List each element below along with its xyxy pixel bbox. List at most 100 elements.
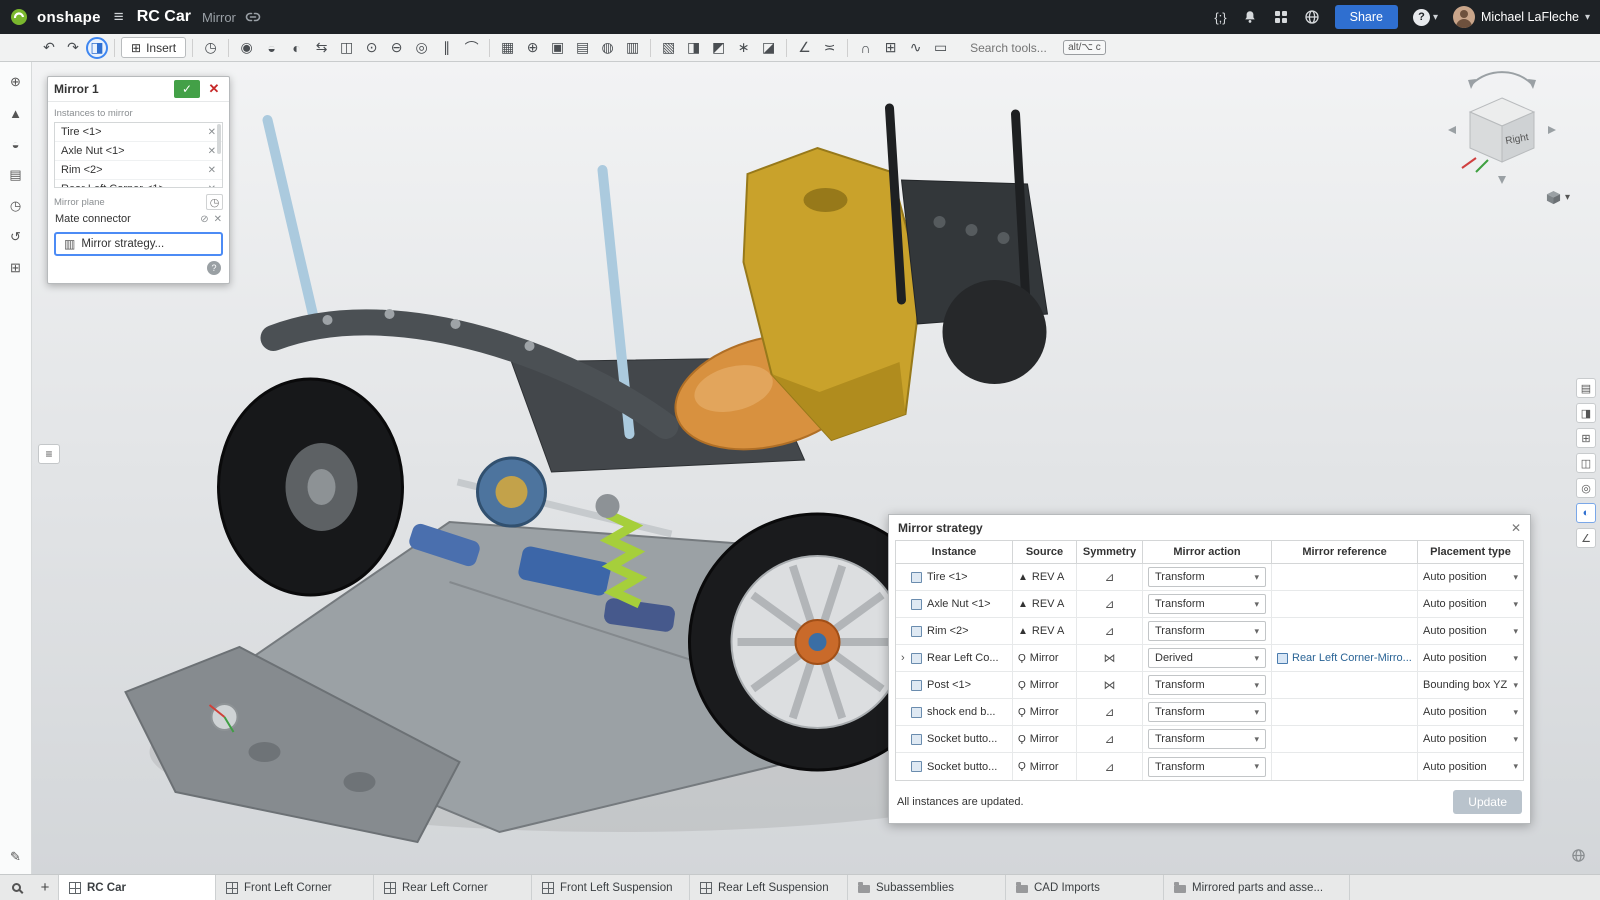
undo-history-icon[interactable]: ↺: [6, 227, 26, 247]
tab-front-left-corner[interactable]: Front Left Corner: [216, 875, 374, 900]
parallel-relation-icon[interactable]: ∥: [435, 37, 458, 59]
display-states-icon[interactable]: ◩: [707, 37, 730, 59]
circular-pattern-icon[interactable]: ◍: [596, 37, 619, 59]
cylindrical-mate-icon[interactable]: ⊙: [360, 37, 383, 59]
view-cube[interactable]: Right: [1440, 70, 1564, 192]
mirror-action-dropdown[interactable]: Transform▾: [1148, 757, 1266, 777]
undo-button[interactable]: ↶: [38, 37, 60, 59]
placement-type-dropdown[interactable]: Bounding box YZ▾: [1418, 672, 1523, 698]
mass-properties-icon[interactable]: ≍: [818, 37, 841, 59]
mate-icon[interactable]: ◉: [235, 37, 258, 59]
remove-instance-icon[interactable]: ✕: [208, 165, 216, 176]
mirror-action-dropdown[interactable]: Transform▾: [1148, 594, 1266, 614]
selection-panel-icon[interactable]: ◎: [1576, 478, 1596, 498]
new-tab-button[interactable]: +: [32, 875, 58, 900]
pattern-icon[interactable]: ▥: [621, 37, 644, 59]
redo-button[interactable]: ↷: [62, 37, 84, 59]
mirror-action-dropdown[interactable]: Derived▾: [1148, 648, 1266, 668]
dialog-help-button[interactable]: ?: [207, 261, 221, 275]
link-icon[interactable]: [245, 9, 261, 25]
revision-clock-icon[interactable]: ◷: [199, 37, 222, 59]
close-icon[interactable]: ✕: [1511, 521, 1521, 535]
pin-slot-mate-icon[interactable]: ⊖: [385, 37, 408, 59]
tab-front-left-suspension[interactable]: Front Left Suspension: [532, 875, 690, 900]
list-item[interactable]: Axle Nut <1> ✕: [55, 142, 222, 161]
comments-icon[interactable]: ◒: [6, 134, 26, 154]
mirror-reference-link[interactable]: Rear Left Corner-Mirro...: [1277, 652, 1412, 664]
scrollbar[interactable]: [217, 124, 221, 154]
globe-icon[interactable]: [1304, 9, 1320, 25]
app-store-grid-icon[interactable]: [1273, 9, 1289, 25]
selection-tool-icon[interactable]: ▲: [6, 103, 26, 123]
mate-connector-filter-icon[interactable]: ◷: [206, 194, 223, 210]
featurescript-icon[interactable]: {;}: [1214, 10, 1226, 25]
bom-panel-icon[interactable]: ▤: [1576, 378, 1596, 398]
help-button[interactable]: ? ▾: [1413, 9, 1438, 26]
placement-type-dropdown[interactable]: Auto position▾: [1418, 699, 1523, 725]
ball-mate-icon[interactable]: ◎: [410, 37, 433, 59]
confirm-button[interactable]: ✓: [174, 80, 200, 98]
configuration-panel-icon[interactable]: ⊞: [1576, 428, 1596, 448]
display-panel-icon[interactable]: ◫: [1576, 453, 1596, 473]
search-input[interactable]: [970, 41, 1058, 55]
tab-subassemblies[interactable]: Subassemblies: [848, 875, 1006, 900]
linear-pattern-icon[interactable]: ▤: [571, 37, 594, 59]
user-menu[interactable]: Michael LaFleche ▾: [1453, 6, 1590, 28]
interference-icon[interactable]: ∩: [854, 37, 877, 59]
mate-connector-panel-icon[interactable]: ⊕: [6, 72, 26, 92]
placement-type-dropdown[interactable]: Auto position▾: [1418, 726, 1523, 752]
configurations-icon[interactable]: ⊞: [6, 258, 26, 278]
remove-instance-icon[interactable]: ✕: [208, 127, 216, 138]
group-icon[interactable]: ▦: [496, 37, 519, 59]
tab-mirrored-parts[interactable]: Mirrored parts and asse...: [1164, 875, 1350, 900]
mirror-action-dropdown[interactable]: Transform▾: [1148, 567, 1266, 587]
list-item[interactable]: Rear Left Corner <1> ✕: [55, 180, 222, 188]
tab-rear-left-corner[interactable]: Rear Left Corner: [374, 875, 532, 900]
sketch-camera-icon[interactable]: ✎: [6, 847, 26, 867]
placement-type-dropdown[interactable]: Auto position▾: [1418, 591, 1523, 617]
mirror-strategy-button[interactable]: ▥ Mirror strategy...: [54, 232, 223, 256]
mirror-action-dropdown[interactable]: Transform▾: [1148, 702, 1266, 722]
mate-connector-row[interactable]: Mate connector ⊘ ✕: [54, 210, 223, 232]
planar-mate-icon[interactable]: ◫: [335, 37, 358, 59]
tab-search-icon[interactable]: [0, 875, 32, 900]
frame-icon[interactable]: ⊞: [879, 37, 902, 59]
tangent-relation-icon[interactable]: ⌒: [460, 37, 483, 59]
active-mirror-tool-button[interactable]: ◨: [86, 37, 108, 59]
notifications-bell-icon[interactable]: [1242, 9, 1258, 25]
mirror-action-dropdown[interactable]: Transform▾: [1148, 675, 1266, 695]
exploded-view-icon[interactable]: ∗: [732, 37, 755, 59]
document-info-icon[interactable]: ▤: [6, 165, 26, 185]
list-item[interactable]: Tire <1> ✕: [55, 123, 222, 142]
insert-button[interactable]: ⊞ Insert: [121, 37, 186, 58]
share-button[interactable]: Share: [1335, 5, 1398, 29]
placement-type-dropdown[interactable]: Auto position▾: [1418, 564, 1523, 590]
bom-icon[interactable]: ▧: [657, 37, 680, 59]
measure-panel-icon[interactable]: ∠: [1576, 528, 1596, 548]
remove-instance-icon[interactable]: ✕: [208, 184, 216, 189]
hamburger-menu-icon[interactable]: ≡: [114, 7, 124, 27]
mate-connector-icon[interactable]: ⊕: [521, 37, 544, 59]
list-item[interactable]: Rim <2> ✕: [55, 161, 222, 180]
view-options-menu[interactable]: ▾: [1546, 190, 1570, 205]
placement-type-dropdown[interactable]: Auto position▾: [1418, 753, 1523, 780]
tab-cad-imports[interactable]: CAD Imports: [1006, 875, 1164, 900]
placement-type-dropdown[interactable]: Auto position▾: [1418, 618, 1523, 644]
remove-selection-icon[interactable]: ✕: [214, 214, 222, 225]
revolute-mate-icon[interactable]: ◐: [285, 37, 308, 59]
assembly-tree-toggle[interactable]: ≡: [38, 444, 60, 464]
help-panel-icon[interactable]: ◐: [1576, 503, 1596, 523]
mirror-action-dropdown[interactable]: Transform▾: [1148, 729, 1266, 749]
history-icon[interactable]: ◷: [6, 196, 26, 216]
placement-type-dropdown[interactable]: Auto position▾: [1418, 645, 1523, 671]
slider-mate-icon[interactable]: ⇆: [310, 37, 333, 59]
tab-rear-left-suspension[interactable]: Rear Left Suspension: [690, 875, 848, 900]
clear-selection-icon[interactable]: ⊘: [200, 214, 208, 225]
replicate-icon[interactable]: ▣: [546, 37, 569, 59]
cancel-button[interactable]: ✕: [205, 80, 223, 98]
mirror-action-dropdown[interactable]: Transform▾: [1148, 621, 1266, 641]
expand-chevron-icon[interactable]: ›: [901, 652, 911, 664]
named-views-icon[interactable]: ◨: [682, 37, 705, 59]
tab-rc-car[interactable]: RC Car: [58, 875, 216, 900]
section-view-icon[interactable]: ◪: [757, 37, 780, 59]
